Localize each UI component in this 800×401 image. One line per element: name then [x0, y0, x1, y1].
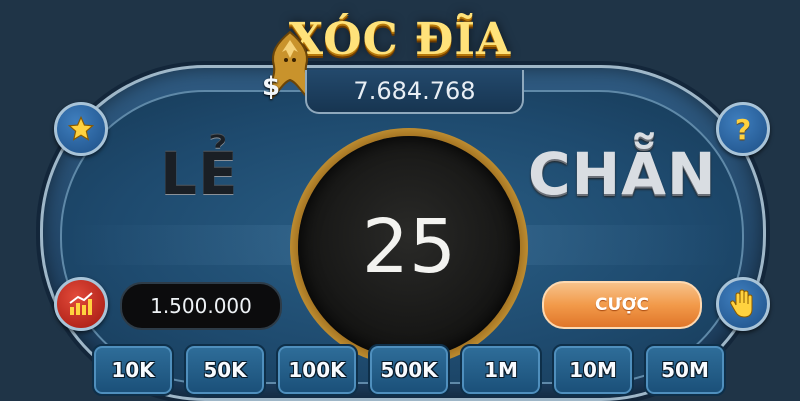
help-button[interactable]: ? — [716, 102, 770, 156]
chip-50k[interactable]: 50K — [184, 344, 266, 396]
chart-icon — [69, 292, 93, 315]
chip-label: 10K — [111, 358, 155, 382]
chip-10k[interactable]: 10K — [92, 344, 174, 396]
chip-label: 50M — [661, 358, 709, 382]
bet-amount-field[interactable]: 1.500.000 — [120, 282, 282, 330]
dollar-icon: $ — [262, 72, 281, 102]
chip-label: 1M — [484, 358, 518, 382]
countdown-timer: 25 — [361, 204, 457, 290]
odd-bet-area[interactable]: LẺ — [160, 140, 239, 208]
stats-button[interactable] — [54, 277, 108, 331]
place-bet-button[interactable]: CƯỢC — [542, 281, 702, 329]
stop-button[interactable] — [716, 277, 770, 331]
chip-50m[interactable]: 50M — [644, 344, 726, 396]
even-bet-area[interactable]: CHẴN — [528, 140, 717, 208]
star-icon — [67, 115, 95, 141]
game-screen: XÓC ĐĨA $ 7.684.768 ? LẺ CHẴN 25 1.500.0… — [0, 0, 800, 401]
balance-value: 7.684.768 — [353, 77, 476, 105]
chip-100k[interactable]: 100K — [276, 344, 358, 396]
hand-icon — [730, 289, 753, 318]
question-icon: ? — [734, 112, 752, 146]
chip-1m[interactable]: 1M — [460, 344, 542, 396]
game-title: XÓC ĐĨA — [288, 13, 512, 65]
chip-500k[interactable]: 500K — [368, 344, 450, 396]
chip-label: 100K — [288, 358, 346, 382]
chip-10m[interactable]: 10M — [552, 344, 634, 396]
chip-label: 10M — [569, 358, 617, 382]
balance-display: 7.684.768 — [305, 70, 524, 114]
favorite-button[interactable] — [54, 102, 108, 156]
chip-label: 50K — [203, 358, 247, 382]
chip-label: 500K — [380, 358, 438, 382]
